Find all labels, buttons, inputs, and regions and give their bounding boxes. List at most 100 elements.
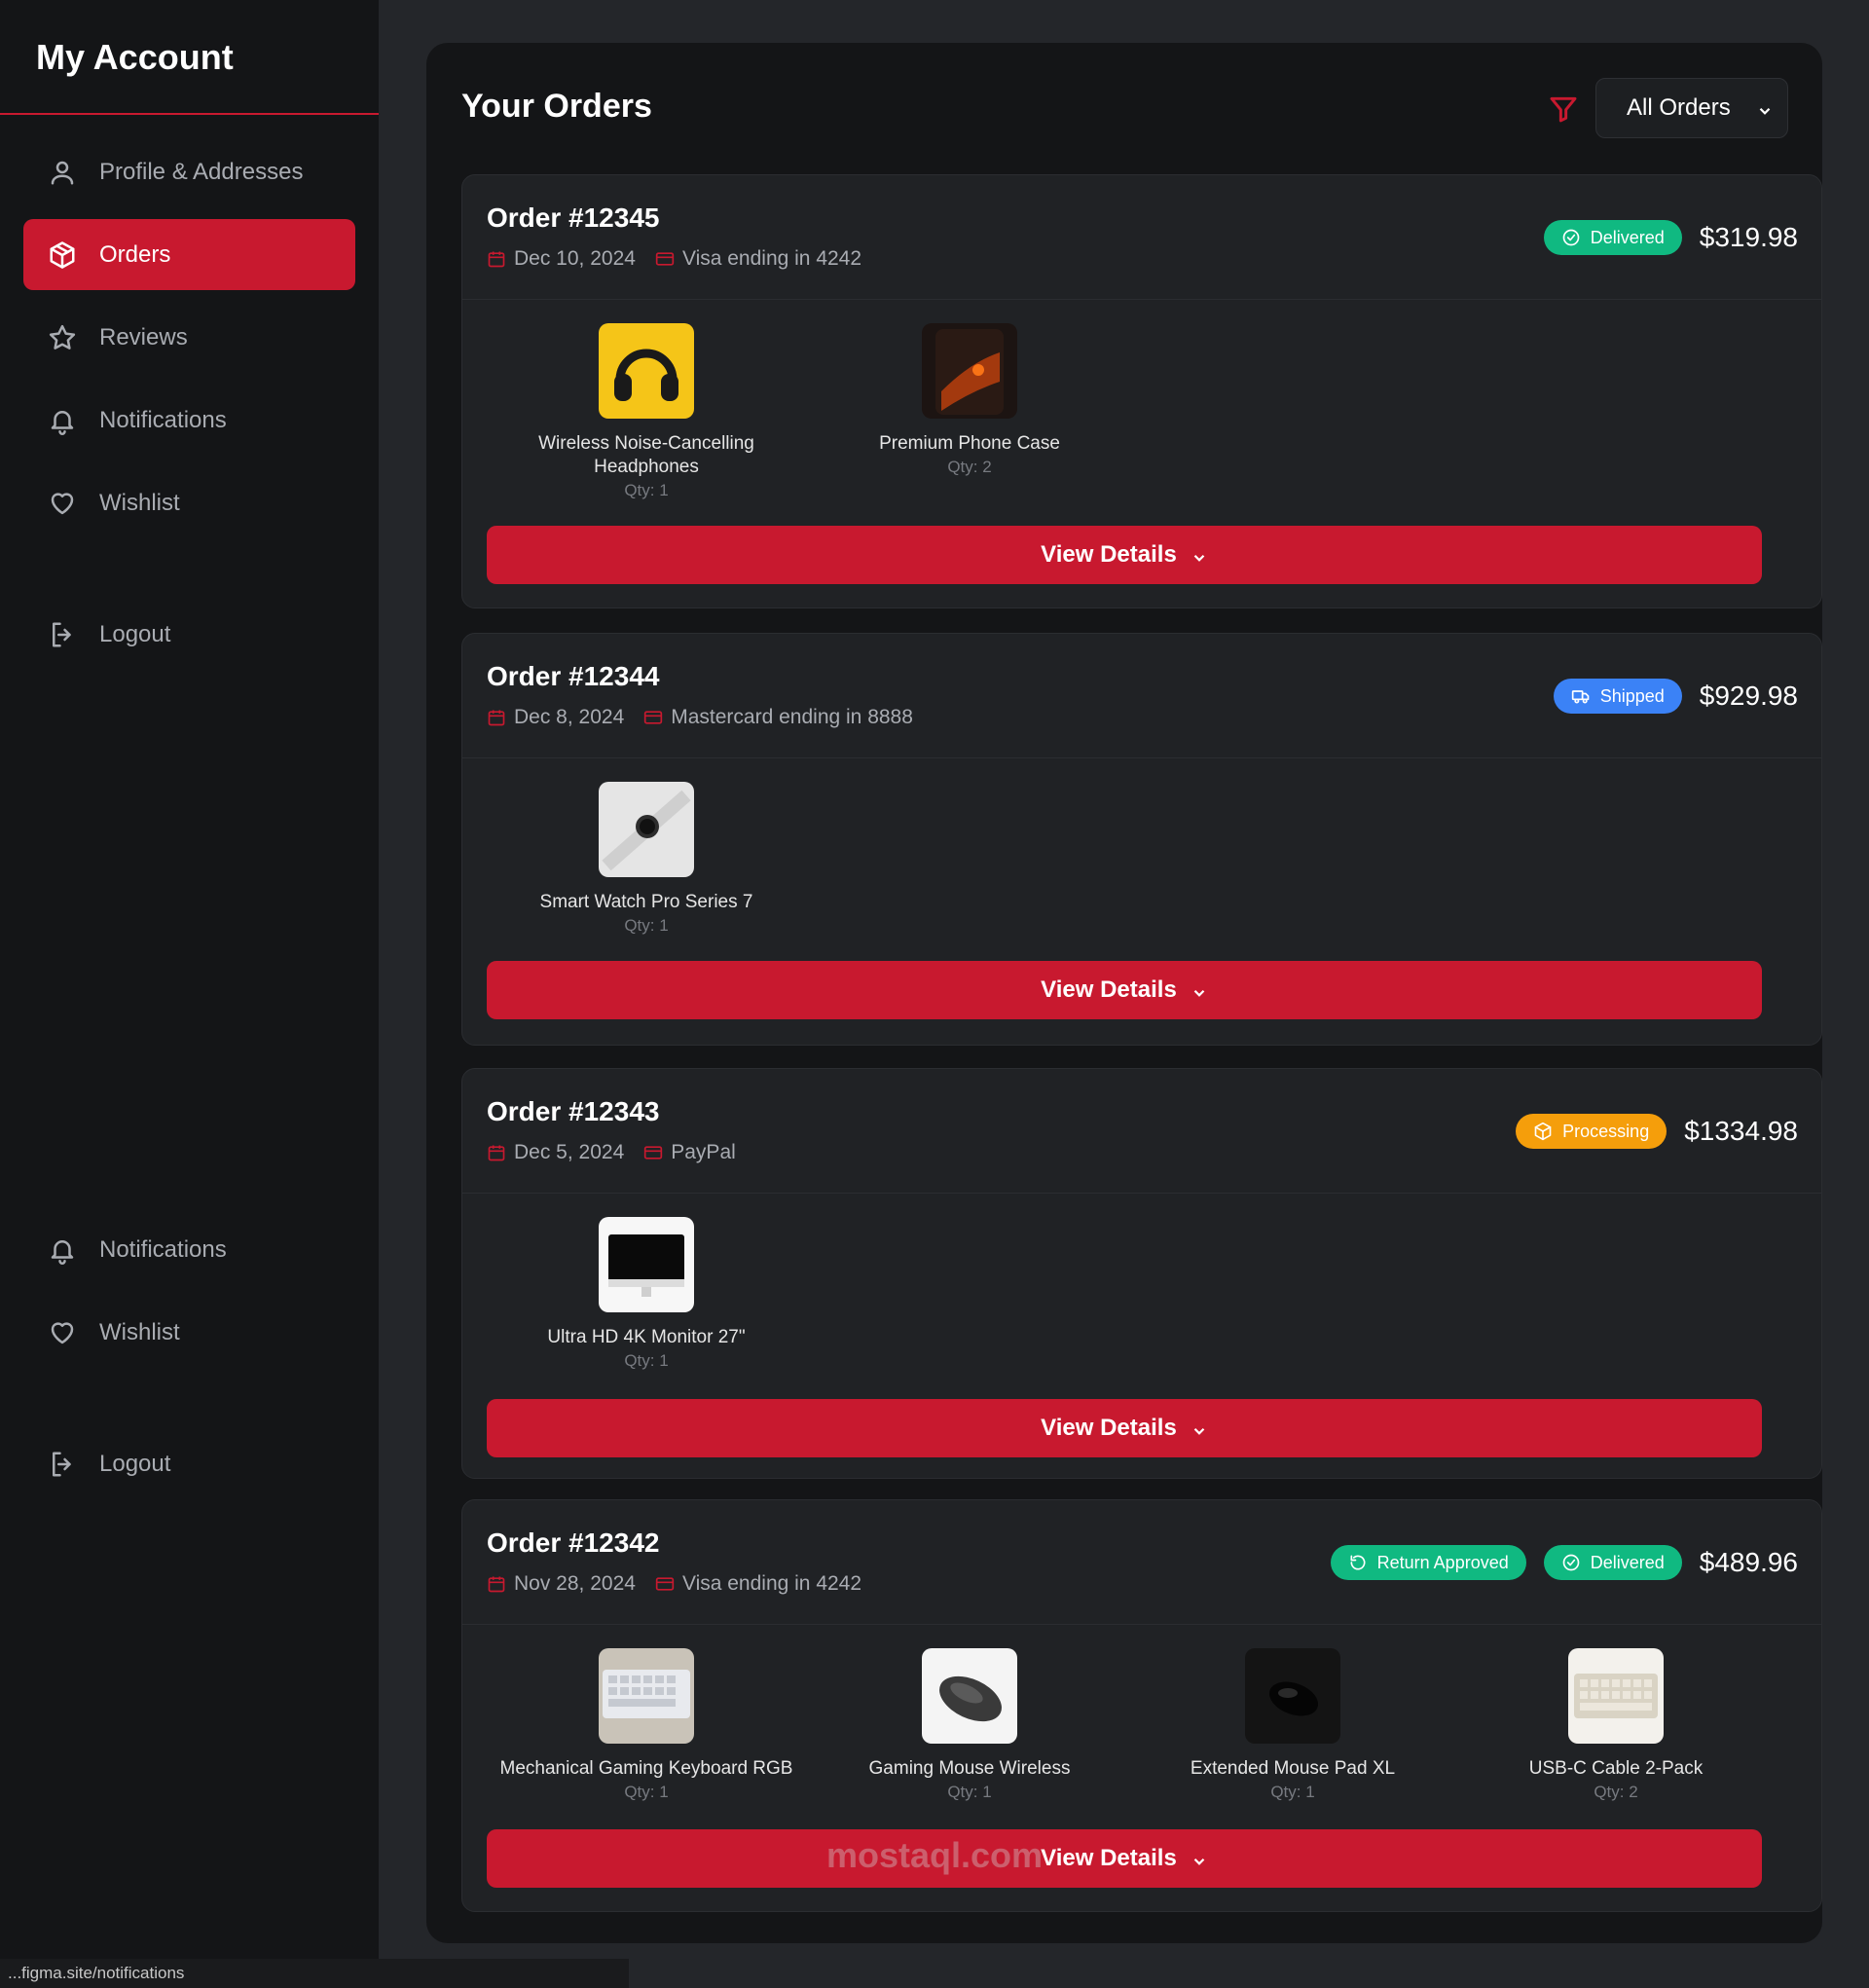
order-total: $929.98 — [1699, 681, 1798, 711]
product-qty: Qty: 1 — [624, 1783, 669, 1801]
sidebar-item-profile[interactable]: Profile & Addresses — [23, 136, 355, 207]
order-payment: Visa ending in 4242 — [681, 1572, 862, 1595]
heart-icon — [47, 1317, 78, 1348]
bell-icon — [47, 405, 78, 436]
sidebar-item-notifications[interactable]: Notifications — [23, 1214, 355, 1285]
status-badge-label: Return Approved — [1376, 1552, 1509, 1572]
orders-panel: Your Orders All Orders Order #12345 Dec … — [426, 43, 1822, 1943]
box-icon — [47, 239, 78, 271]
order-items: Smart Watch Pro Series 7 Qty: 1 — [462, 758, 1821, 963]
order-total: $319.98 — [1699, 222, 1798, 252]
order-payment: PayPal — [671, 1141, 736, 1163]
status-badge-label: Processing — [1562, 1121, 1650, 1141]
sidebar-item-logout[interactable]: Logout — [23, 599, 355, 670]
list-item[interactable]: Extended Mouse Pad XL Qty: 1 — [1131, 1648, 1454, 1804]
sidebar-item-label: Notifications — [99, 406, 227, 433]
order-meta: Dec 10, 2024 Visa ending in 4242 — [487, 247, 861, 271]
list-item[interactable]: Gaming Mouse Wireless Qty: 1 — [808, 1648, 1131, 1804]
order-date: Dec 10, 2024 — [514, 247, 636, 270]
order-filter-value: All Orders — [1627, 94, 1731, 121]
chevron-down-icon — [1191, 981, 1208, 999]
product-name: USB-C Cable 2-Pack — [1528, 1758, 1704, 1779]
order-header: Order #12342 Nov 28, 2024 Visa ending in… — [462, 1500, 1821, 1625]
sidebar: My Account Profile & Addresses Orders Re… — [0, 0, 379, 1988]
order-meta: Nov 28, 2024 Visa ending in 4242 — [487, 1572, 861, 1596]
list-item[interactable]: USB-C Cable 2-Pack Qty: 2 — [1454, 1648, 1777, 1804]
bell-icon — [47, 1234, 78, 1266]
list-item[interactable]: Wireless Noise-Cancelling Headphones Qty… — [485, 323, 808, 502]
view-details-label: View Details — [1041, 976, 1177, 1003]
sidebar-item-label: Profile & Addresses — [99, 158, 304, 185]
logout-icon — [47, 619, 78, 650]
product-qty: Qty: 1 — [947, 1783, 992, 1801]
view-details-button[interactable]: View Details — [487, 1399, 1762, 1457]
status-bar-url: ...figma.site/notifications — [0, 1959, 629, 1988]
product-qty: Qty: 2 — [947, 458, 992, 476]
list-item[interactable]: Premium Phone Case Qty: 2 — [808, 323, 1131, 479]
order-payment: Visa ending in 4242 — [681, 247, 862, 270]
product-qty: Qty: 1 — [624, 481, 669, 499]
order-filter-select[interactable]: All Orders — [1595, 78, 1788, 138]
status-badge-label: Delivered — [1590, 1552, 1665, 1572]
product-name: Ultra HD 4K Monitor 27" — [547, 1327, 746, 1347]
chevron-down-icon — [1756, 99, 1774, 117]
list-item[interactable]: Mechanical Gaming Keyboard RGB Qty: 1 — [485, 1648, 808, 1804]
view-details-button[interactable]: View Details — [487, 961, 1762, 1019]
sidebar-item-label: Orders — [99, 240, 171, 268]
order-card: Order #12344 Dec 8, 2024 Mastercard endi… — [461, 633, 1822, 1046]
order-date: Nov 28, 2024 — [514, 1572, 636, 1595]
order-meta: Dec 5, 2024 PayPal — [487, 1141, 736, 1164]
heart-icon — [47, 488, 78, 519]
sidebar-item-reviews[interactable]: Reviews — [23, 302, 355, 373]
user-icon — [47, 157, 78, 188]
sidebar-item-notifications[interactable]: Notifications — [23, 385, 355, 456]
product-name: Gaming Mouse Wireless — [868, 1758, 1071, 1779]
order-meta: Dec 8, 2024 Mastercard ending in 8888 — [487, 706, 913, 729]
chevron-down-icon — [1191, 1419, 1208, 1437]
sidebar-item-label: Logout — [99, 620, 171, 647]
view-details-button[interactable]: View Details — [487, 1829, 1762, 1888]
logout-icon — [47, 1449, 78, 1480]
chevron-down-icon — [1191, 546, 1208, 564]
view-details-label: View Details — [1041, 541, 1177, 568]
filter-icon[interactable] — [1548, 93, 1579, 125]
sidebar-nav-bottom: Notifications Wishlist Logout — [0, 1193, 379, 1511]
calendar-icon — [487, 249, 506, 269]
product-thumbnail — [599, 323, 694, 419]
star-icon — [47, 322, 78, 353]
order-summary: Delivered $319.98 — [1543, 220, 1798, 255]
sidebar-item-label: Notifications — [99, 1235, 227, 1263]
list-item[interactable]: Ultra HD 4K Monitor 27" Qty: 1 — [485, 1217, 808, 1373]
view-details-button[interactable]: View Details — [487, 526, 1762, 584]
product-qty: Qty: 1 — [624, 916, 669, 935]
sidebar-item-wishlist[interactable]: Wishlist — [23, 1297, 355, 1368]
order-items: Wireless Noise-Cancelling Headphones Qty… — [462, 300, 1821, 524]
sidebar-item-wishlist[interactable]: Wishlist — [23, 467, 355, 538]
calendar-icon — [487, 708, 506, 727]
calendar-icon — [487, 1143, 506, 1162]
product-thumbnail — [922, 323, 1017, 419]
order-id: Order #12343 — [487, 1096, 660, 1126]
order-payment: Mastercard ending in 8888 — [671, 706, 913, 728]
check-circle-icon — [1561, 1553, 1581, 1572]
order-card: Order #12345 Dec 10, 2024 Visa ending in… — [461, 174, 1822, 608]
sidebar-item-orders[interactable]: Orders — [23, 219, 355, 290]
order-date: Dec 8, 2024 — [514, 706, 625, 728]
order-date: Dec 5, 2024 — [514, 1141, 625, 1163]
credit-card-icon — [643, 708, 663, 727]
product-name: Extended Mouse Pad XL — [1190, 1758, 1396, 1779]
view-details-label: View Details — [1041, 1845, 1177, 1871]
order-header: Order #12344 Dec 8, 2024 Mastercard endi… — [462, 634, 1821, 758]
product-name: Mechanical Gaming Keyboard RGB — [499, 1758, 793, 1779]
order-items: Mechanical Gaming Keyboard RGB Qty: 1 Ga… — [462, 1625, 1821, 1829]
order-card: Order #12342 Nov 28, 2024 Visa ending in… — [461, 1499, 1822, 1912]
refresh-icon — [1348, 1553, 1368, 1572]
product-thumbnail — [599, 782, 694, 877]
order-id: Order #12345 — [487, 202, 660, 233]
sidebar-item-label: Wishlist — [99, 1318, 180, 1345]
order-summary: Return Approved Delivered $489.96 — [1330, 1545, 1798, 1580]
list-item[interactable]: Smart Watch Pro Series 7 Qty: 1 — [485, 782, 808, 938]
watermark: mostaql.com — [825, 1835, 1044, 1875]
sidebar-item-logout[interactable]: Logout — [23, 1428, 355, 1499]
sidebar-nav: Profile & Addresses Orders Reviews Notif… — [0, 115, 379, 670]
